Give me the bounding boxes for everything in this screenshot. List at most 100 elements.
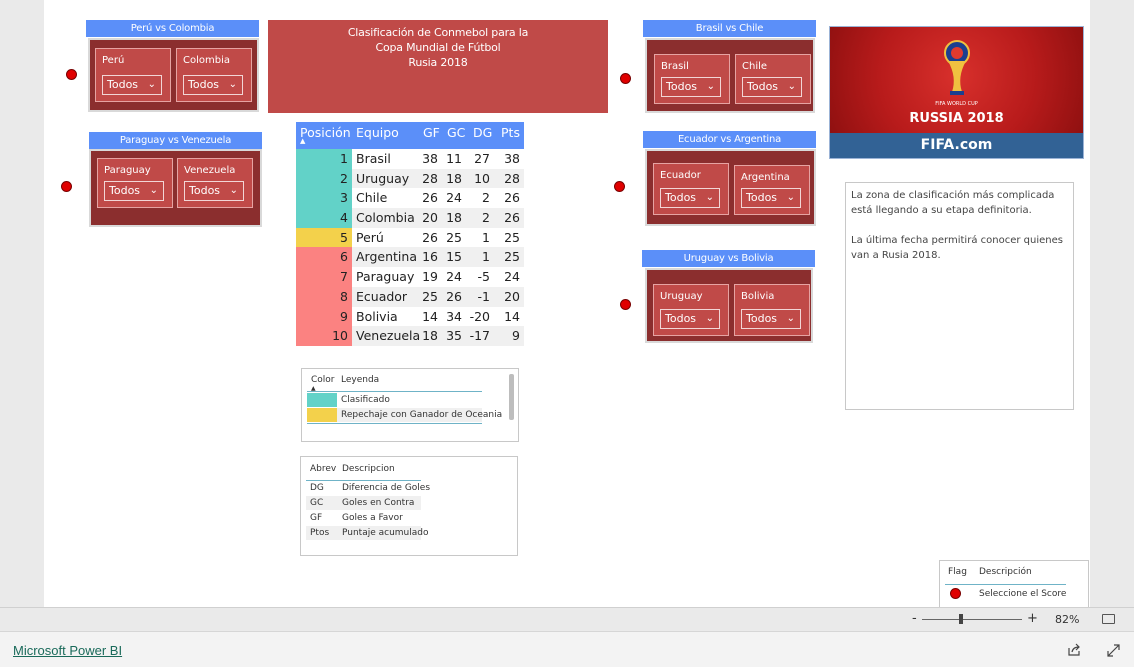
report-title-card: Clasificación de Conmebol para la Copa M… (268, 20, 608, 113)
dg-cell: 2 (482, 190, 490, 206)
select-score-flag-icon[interactable] (614, 181, 625, 192)
description-cell: Puntaje acumulado (342, 528, 429, 538)
table-row[interactable]: 5 Perú 26 25 1 25 (296, 227, 524, 248)
scrollbar[interactable] (509, 374, 514, 420)
dropdown-value: Todos (746, 191, 778, 204)
team-slicer-argentina: Argentina Todos ⌄ (734, 165, 810, 215)
team-slicer-bolivia: Bolivia Todos ⌄ (734, 284, 810, 336)
zoom-in-button[interactable]: + (1027, 611, 1038, 626)
team-name: Paraguay (104, 165, 151, 176)
column-header-description[interactable]: Descripción (979, 567, 1032, 577)
column-header-color[interactable]: Color (311, 375, 335, 385)
power-bi-link[interactable]: Microsoft Power BI (13, 643, 122, 658)
dg-cell: -5 (477, 269, 490, 285)
dg-cell: 1 (482, 229, 490, 245)
team-name: Colombia (183, 55, 230, 66)
dropdown-value: Todos (107, 78, 139, 91)
chevron-down-icon: ⌄ (147, 79, 156, 90)
team-cell: Paraguay (356, 269, 415, 285)
score-dropdown-ecuador[interactable]: Todos ⌄ (660, 188, 720, 208)
team-cell: Uruguay (356, 170, 410, 186)
table-row[interactable]: 10 Venezuela 18 35 -17 9 (296, 326, 524, 346)
team-name: Venezuela (184, 165, 236, 176)
header-divider (306, 480, 421, 481)
position-cell: 1 (296, 149, 352, 169)
score-dropdown-chile[interactable]: Todos ⌄ (742, 77, 802, 97)
pts-cell: 9 (512, 328, 520, 344)
dg-cell: 10 (474, 170, 490, 186)
flag-legend-table: Flag Descripción Seleccione el Score (939, 560, 1089, 608)
column-header-position[interactable]: Posición (300, 125, 351, 140)
gc-cell: 26 (446, 288, 462, 304)
share-icon[interactable] (1067, 643, 1081, 657)
column-header-legend[interactable]: Leyenda (341, 375, 379, 385)
gf-cell: 26 (422, 229, 438, 245)
table-row[interactable]: 7 Paraguay 19 24 -5 24 (296, 267, 524, 287)
select-score-flag-icon[interactable] (61, 181, 72, 192)
table-row[interactable]: 6 Argentina 16 15 1 25 (296, 247, 524, 268)
expand-icon[interactable] (1107, 644, 1120, 657)
dropdown-value: Todos (746, 312, 778, 325)
dg-cell: -20 (469, 308, 490, 324)
column-header-team[interactable]: Equipo (356, 125, 399, 140)
row-divider (307, 423, 482, 424)
score-dropdown-peru[interactable]: Todos ⌄ (102, 75, 162, 95)
position-cell: 4 (296, 208, 352, 228)
zoom-level: 82% (1055, 613, 1080, 626)
footer-bar: Microsoft Power BI (0, 631, 1134, 667)
title-line: Copa Mundial de Fútbol (375, 41, 501, 54)
chevron-down-icon: ⌄ (786, 313, 795, 324)
table-row[interactable]: 4 Colombia 20 18 2 26 (296, 208, 524, 228)
team-slicer-colombia: Colombia Todos ⌄ (176, 48, 252, 102)
score-dropdown-colombia[interactable]: Todos ⌄ (183, 75, 243, 95)
gf-cell: 25 (422, 288, 438, 304)
dropdown-value: Todos (665, 191, 697, 204)
table-row[interactable]: 9 Bolivia 14 34 -20 14 (296, 306, 524, 327)
select-score-flag-icon[interactable] (66, 69, 77, 80)
gc-cell: 15 (446, 249, 462, 265)
zoom-slider-thumb[interactable] (959, 614, 963, 624)
score-dropdown-bolivia[interactable]: Todos ⌄ (741, 309, 801, 329)
legend-swatch (307, 408, 337, 422)
table-row[interactable]: 1 Brasil 38 11 27 38 (296, 149, 524, 169)
fifa-com-label: FIFA.com (830, 133, 1083, 158)
standings-table: Posición ▲ Equipo GF GC DG Pts 1 Brasil 38… (296, 122, 524, 346)
column-header-gc[interactable]: GC (447, 125, 465, 140)
score-dropdown-paraguay[interactable]: Todos ⌄ (104, 181, 164, 201)
team-cell: Bolivia (356, 308, 398, 324)
chevron-down-icon: ⌄ (228, 79, 237, 90)
score-dropdown-argentina[interactable]: Todos ⌄ (741, 188, 801, 208)
column-header-description[interactable]: Descripcion (342, 464, 395, 474)
header-divider (945, 584, 1066, 585)
column-header-abrev[interactable]: Abrev (310, 464, 336, 474)
column-header-dg[interactable]: DG (473, 125, 492, 140)
column-header-pts[interactable]: Pts (501, 125, 520, 140)
column-header-flag[interactable]: Flag (948, 567, 967, 577)
standings-body: 1 Brasil 38 11 27 38 2 Uruguay 28 18 10 28 3 Chile 26 2… (296, 149, 524, 346)
score-dropdown-uruguay[interactable]: Todos ⌄ (660, 309, 720, 329)
zoom-out-button[interactable]: - (912, 611, 917, 626)
score-dropdown-brasil[interactable]: Todos ⌄ (661, 77, 721, 97)
chevron-down-icon: ⌄ (706, 81, 715, 92)
table-row[interactable]: 3 Chile 26 24 2 26 (296, 188, 524, 209)
pts-cell: 25 (504, 229, 520, 245)
fit-to-page-icon[interactable] (1102, 614, 1115, 624)
select-score-flag-icon[interactable] (620, 299, 631, 310)
match-card-peru-colombia: Perú Todos ⌄ Colombia Todos ⌄ (88, 38, 259, 112)
match-card-uruguay-bolivia: Uruguay Todos ⌄ Bolivia Todos ⌄ (645, 268, 813, 343)
column-header-gf[interactable]: GF (423, 125, 440, 140)
zoom-slider-track[interactable] (922, 619, 1022, 620)
team-slicer-venezuela: Venezuela Todos ⌄ (177, 158, 253, 208)
score-dropdown-venezuela[interactable]: Todos ⌄ (184, 181, 244, 201)
team-slicer-chile: Chile Todos ⌄ (735, 54, 811, 104)
pts-cell: 20 (504, 288, 520, 304)
team-name: Argentina (741, 172, 790, 183)
table-row[interactable]: 8 Ecuador 25 26 -1 20 (296, 286, 524, 307)
table-row[interactable]: 2 Uruguay 28 18 10 28 (296, 168, 524, 189)
description-cell: Goles a Favor (342, 513, 403, 523)
select-score-flag-icon[interactable] (620, 73, 631, 84)
gf-cell: 19 (422, 269, 438, 285)
legend-swatch (307, 393, 337, 407)
dg-cell: 2 (482, 210, 490, 226)
team-name: Uruguay (660, 291, 703, 302)
